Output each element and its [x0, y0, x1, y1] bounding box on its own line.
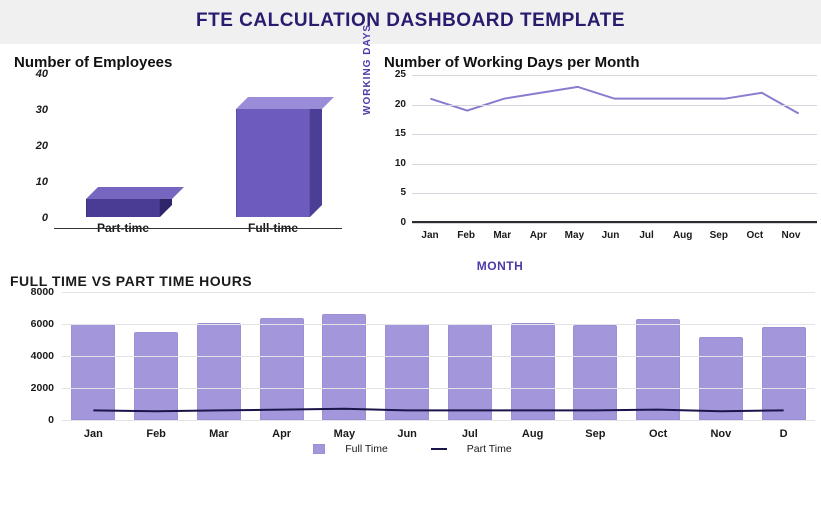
xtick: Mar [493, 230, 511, 241]
xtick: May [565, 230, 584, 241]
ytick: 5 [378, 187, 406, 198]
working-days-title: Number of Working Days per Month [384, 54, 817, 71]
hours-chart: Jan Feb Mar Apr May Jun Jul Aug Sep Oct Nov D 0 2000… [10, 292, 815, 440]
hours-legend: Full Time Part Time [10, 443, 815, 455]
xtick: Feb [146, 428, 166, 440]
ytick: 6000 [10, 318, 54, 330]
xtick: Sep [710, 230, 728, 241]
gridline [62, 356, 815, 357]
ytick: 0 [10, 414, 54, 426]
employees-title: Number of Employees [14, 54, 364, 71]
employees-chart: Number of Employees 010203040 Part-timeF… [4, 48, 364, 238]
working-days-chart: Number of Working Days per Month WORKING… [364, 48, 817, 253]
xtick: May [334, 428, 355, 440]
gridline [412, 75, 817, 76]
ytick: 8000 [10, 286, 54, 298]
xtick: Aug [673, 230, 692, 241]
ytick: 10 [378, 158, 406, 169]
xtick: Jul [639, 230, 653, 241]
legend-full: Full Time [345, 443, 388, 455]
xtick: Apr [272, 428, 291, 440]
gridline [62, 420, 815, 421]
xtick: Mar [209, 428, 229, 440]
ytick: 30 [12, 104, 48, 116]
xtick: Jun [397, 428, 417, 440]
gridline [62, 324, 815, 325]
ytick: 15 [378, 128, 406, 139]
gridline [62, 388, 815, 389]
xtick: Nov [710, 428, 731, 440]
xtick: Aug [522, 428, 543, 440]
hours-title: FULL TIME VS PART TIME HOURS [10, 273, 815, 289]
xtick: Sep [585, 428, 605, 440]
dashboard-header: FTE CALCULATION DASHBOARD TEMPLATE [0, 0, 821, 44]
working-days-xlabel: MONTH [300, 259, 700, 273]
ytick: 25 [378, 69, 406, 80]
xtick: Jan [84, 428, 103, 440]
legend-part: Part Time [467, 443, 512, 455]
gridline [412, 164, 817, 165]
page-title: FTE CALCULATION DASHBOARD TEMPLATE [0, 10, 821, 32]
xtick: Jul [462, 428, 478, 440]
xtick: Nov [782, 230, 801, 241]
xtick: Jun [602, 230, 620, 241]
xtick: Oct [649, 428, 667, 440]
ytick: 20 [12, 140, 48, 152]
xtick: Oct [747, 230, 764, 241]
chart-axis-line [54, 228, 342, 229]
gridline [62, 292, 815, 293]
working-days-line [430, 87, 798, 114]
ytick: 0 [12, 212, 48, 224]
ytick: 2000 [10, 382, 54, 394]
hours-line-part [93, 409, 783, 411]
ytick: 10 [12, 176, 48, 188]
ytick: 40 [12, 68, 48, 80]
xtick: D [780, 428, 788, 440]
xtick: Feb [457, 230, 475, 241]
gridline [412, 193, 817, 194]
gridline [412, 134, 817, 135]
ytick: 20 [378, 99, 406, 110]
gridline [412, 105, 817, 106]
working-days-ylabel: WORKING DAYS [362, 24, 373, 115]
xtick: Jan [421, 230, 438, 241]
xtick: Apr [530, 230, 547, 241]
ytick: 0 [378, 217, 406, 228]
ytick: 4000 [10, 350, 54, 362]
gridline [412, 223, 817, 224]
